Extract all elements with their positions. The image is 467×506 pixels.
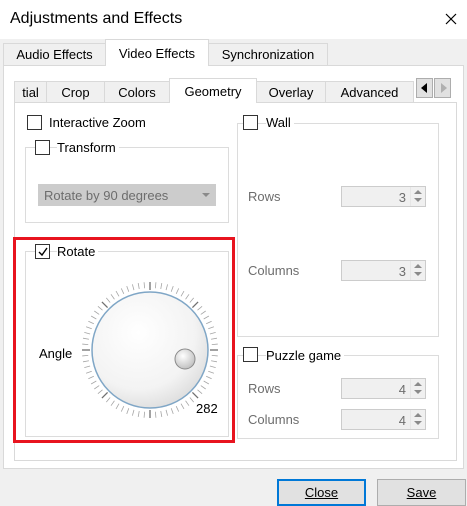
chevron-right-icon	[440, 83, 447, 93]
tab-scroll-left-button[interactable]	[416, 78, 433, 98]
transform-checkbox[interactable]	[35, 140, 50, 155]
tab-video-effects[interactable]: Video Effects	[105, 39, 209, 66]
wall-rows-label: Rows	[248, 189, 281, 204]
puzzle-rows-label: Rows	[248, 381, 281, 396]
spinner-arrows-icon[interactable]	[410, 410, 425, 429]
chevron-down-icon	[202, 193, 210, 197]
puzzle-columns-spinbox[interactable]: 4	[341, 409, 426, 430]
tab-scroll-right-button[interactable]	[434, 78, 451, 98]
puzzle-columns-label: Columns	[248, 412, 300, 427]
tab-colors[interactable]: Colors	[104, 81, 170, 102]
tab-essential[interactable]: tial	[14, 81, 47, 102]
interactive-zoom-checkbox[interactable]	[27, 115, 42, 130]
save-button[interactable]: Save	[377, 479, 466, 506]
wall-checkbox[interactable]	[243, 115, 258, 130]
wall-columns-value: 3	[398, 264, 406, 279]
window-title: Adjustments and Effects	[10, 10, 183, 27]
close-icon[interactable]	[441, 9, 461, 29]
transform-label: Transform	[57, 140, 119, 155]
wall-columns-label: Columns	[248, 263, 300, 278]
tab-overlay[interactable]: Overlay	[256, 81, 326, 102]
puzzle-rows-spinbox[interactable]: 4	[341, 378, 426, 399]
close-button[interactable]: Close	[277, 479, 366, 506]
puzzle-rows-value: 4	[398, 382, 406, 397]
interactive-zoom-label: Interactive Zoom	[49, 115, 146, 130]
puzzle-game-checkbox[interactable]	[243, 347, 258, 362]
spinner-arrows-icon[interactable]	[410, 261, 425, 280]
title-bar: Adjustments and Effects	[0, 0, 467, 39]
tab-advanced[interactable]: Advanced	[325, 81, 414, 102]
wall-rows-value: 3	[398, 190, 406, 205]
tab-geometry[interactable]: Geometry	[169, 78, 257, 103]
close-button-label: Close	[304, 485, 339, 500]
transform-select-value: Rotate by 90 degrees	[44, 188, 169, 203]
tab-crop[interactable]: Crop	[46, 81, 105, 102]
tab-audio-effects[interactable]: Audio Effects	[3, 43, 106, 65]
outer-tab-bar: Audio Effects Video Effects Synchronizat…	[0, 39, 467, 66]
wall-label: Wall	[266, 115, 294, 130]
puzzle-columns-value: 4	[398, 413, 406, 428]
tab-synchronization[interactable]: Synchronization	[208, 43, 328, 65]
puzzle-game-label: Puzzle game	[266, 348, 345, 363]
wall-rows-spinbox[interactable]: 3	[341, 186, 426, 207]
transform-select[interactable]: Rotate by 90 degrees	[38, 184, 216, 206]
save-button-label: Save	[406, 485, 437, 500]
spinner-arrows-icon[interactable]	[410, 379, 425, 398]
chevron-left-icon	[420, 83, 427, 93]
highlight-box	[13, 237, 235, 443]
spinner-arrows-icon[interactable]	[410, 187, 425, 206]
wall-columns-spinbox[interactable]: 3	[341, 260, 426, 281]
inner-tab-bar: tial Crop Colors Geometry Overlay Advanc…	[14, 78, 466, 103]
wall-group	[237, 123, 439, 337]
